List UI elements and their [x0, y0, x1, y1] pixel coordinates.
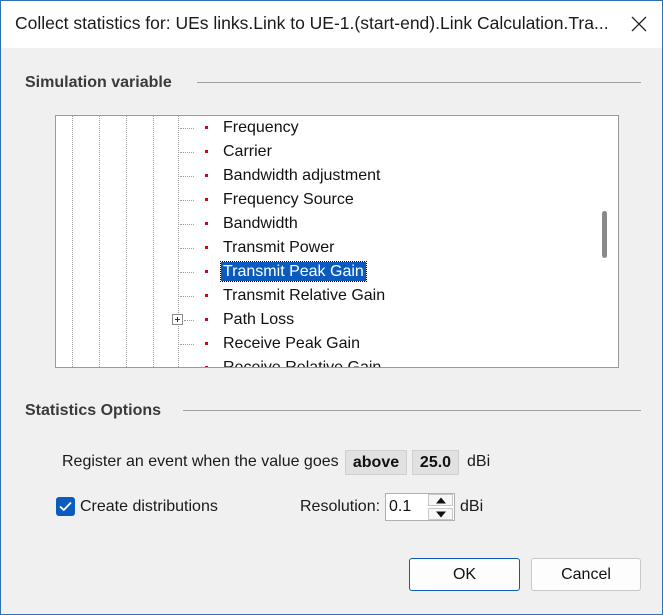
create-distributions-checkbox[interactable] — [56, 497, 75, 516]
tree-connector — [180, 224, 194, 225]
bullet-icon — [205, 342, 208, 345]
tree-item-frequency[interactable]: Frequency — [56, 116, 596, 140]
group-divider — [183, 410, 641, 411]
tree-item-label: Receive Peak Gain — [223, 335, 360, 352]
bullet-icon — [205, 294, 208, 297]
window-title: Collect statistics for: UEs links.Link t… — [15, 13, 609, 33]
tree-item-bandwidth-adjustment[interactable]: Bandwidth adjustment — [56, 164, 596, 188]
tree-item-label: Transmit Relative Gain — [223, 287, 386, 304]
close-button[interactable] — [616, 1, 662, 48]
bullet-icon — [205, 126, 208, 129]
tree-connector — [184, 320, 194, 321]
tree-item-transmit-peak-gain[interactable]: Transmit Peak Gain — [56, 260, 596, 284]
title-bar: Collect statistics for: UEs links.Link t… — [1, 1, 662, 48]
resolution-label: Resolution: — [300, 498, 381, 515]
close-icon — [631, 16, 647, 32]
check-icon — [59, 501, 72, 512]
threshold-unit: dBi — [467, 453, 491, 470]
bullet-icon — [205, 150, 208, 153]
tree-scrollbar[interactable] — [592, 116, 618, 367]
tree-connector — [180, 344, 194, 345]
tree-item-bandwidth[interactable]: Bandwidth — [56, 212, 596, 236]
tree-item-label: Bandwidth — [223, 215, 298, 232]
tree-connector — [180, 200, 194, 201]
spin-up-button[interactable] — [428, 494, 453, 506]
tree-item-receive-relative-gain[interactable]: Receive Relative Gain — [56, 356, 596, 368]
tree-item-label: Bandwidth adjustment — [223, 167, 381, 184]
bullet-icon — [205, 198, 208, 201]
tree-connector — [180, 128, 194, 129]
tree-item-label: Transmit Power — [223, 239, 335, 256]
tree-connector — [180, 296, 194, 297]
tree-connector — [180, 176, 194, 177]
cancel-button[interactable]: Cancel — [531, 558, 641, 591]
tree-item-label: Path Loss — [223, 311, 295, 328]
resolution-unit: dBi — [460, 498, 484, 515]
tree-item-label: Frequency — [223, 119, 299, 136]
direction-selector[interactable]: above — [345, 450, 407, 475]
group-divider — [197, 82, 641, 83]
bullet-icon — [205, 318, 208, 321]
resolution-stepper — [385, 493, 455, 521]
tree-item-transmit-power[interactable]: Transmit Power — [56, 236, 596, 260]
create-distributions-label: Create distributions — [80, 498, 218, 515]
resolution-input[interactable] — [389, 497, 423, 517]
bullet-icon — [205, 222, 208, 225]
bullet-icon — [205, 174, 208, 177]
tree-connector — [180, 152, 194, 153]
tree-item-label: Carrier — [223, 143, 272, 160]
threshold-value[interactable]: 25.0 — [412, 450, 459, 475]
tree-item-label: Transmit Peak Gain — [220, 261, 367, 282]
collect-statistics-dialog: Collect statistics for: UEs links.Link t… — [0, 0, 663, 615]
arrow-up-icon — [436, 497, 446, 504]
bullet-icon — [205, 246, 208, 249]
register-event-text: Register an event when the value goes — [62, 453, 339, 470]
tree-item-receive-peak-gain[interactable]: Receive Peak Gain — [56, 332, 596, 356]
spin-down-button[interactable] — [428, 508, 453, 520]
ok-button[interactable]: OK — [409, 558, 520, 591]
tree-connector — [180, 248, 194, 249]
bullet-icon — [205, 366, 208, 367]
plus-expander-icon[interactable] — [172, 314, 183, 325]
tree-item-transmit-relative-gain[interactable]: Transmit Relative Gain — [56, 284, 596, 308]
tree-item-label: Receive Relative Gain — [223, 359, 382, 368]
variable-tree[interactable]: Frequency Carrier Bandwidth adjustment F… — [55, 115, 619, 368]
tree-item-frequency-source[interactable]: Frequency Source — [56, 188, 596, 212]
scrollbar-thumb[interactable] — [602, 211, 607, 258]
tree-connector — [180, 272, 194, 273]
tree-item-path-loss[interactable]: Path Loss — [56, 308, 596, 332]
statistics-options-heading: Statistics Options — [25, 402, 162, 419]
simulation-variable-heading: Simulation variable — [25, 74, 172, 91]
tree-item-label: Frequency Source — [223, 191, 354, 208]
bullet-icon — [205, 270, 208, 273]
arrow-down-icon — [436, 511, 446, 518]
tree-item-carrier[interactable]: Carrier — [56, 140, 596, 164]
